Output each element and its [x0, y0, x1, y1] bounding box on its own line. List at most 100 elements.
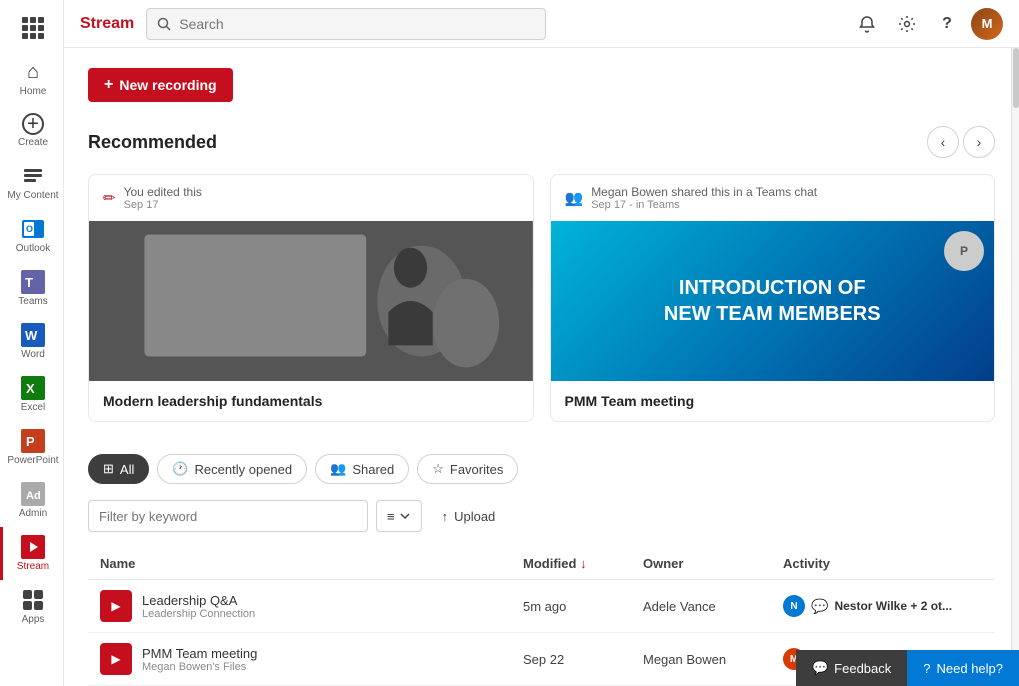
scrollbar-thumb[interactable]	[1013, 48, 1019, 108]
row1-modified: 5m ago	[523, 599, 643, 614]
create-icon: +	[22, 113, 44, 135]
home-icon: ⌂	[21, 60, 45, 84]
sidebar-item-teams[interactable]: T Teams	[0, 262, 63, 315]
card-meta-2: 👥 Megan Bowen shared this in a Teams cha…	[551, 175, 995, 221]
share-icon: 👥	[565, 189, 584, 207]
notifications-button[interactable]	[851, 8, 883, 40]
filter-icon: ≡	[387, 509, 395, 524]
notifications-icon	[858, 15, 876, 33]
card-meta-text-2: Megan Bowen shared this in a Teams chat	[591, 185, 817, 199]
row2-name: PMM Team meeting	[142, 646, 257, 661]
filter-row: ≡ ↑ Upload	[88, 500, 995, 532]
row2-subtitle: Megan Bowen's Files	[142, 661, 257, 673]
word-icon: W	[21, 323, 45, 347]
feedback-bar: 💬 Feedback ? Need help?	[796, 650, 1019, 686]
table-header: Name Modified ↓ Owner Activity	[88, 548, 995, 580]
help-button[interactable]: ?	[931, 8, 963, 40]
activity-avatar-1: N	[783, 595, 805, 617]
svg-text:O: O	[26, 224, 33, 234]
mycontent-icon	[21, 164, 45, 188]
sidebar-item-apps-label: Apps	[22, 614, 45, 625]
card-title-2: PMM Team meeting	[551, 381, 995, 421]
search-input[interactable]	[179, 16, 535, 32]
row2-owner: Megan Bowen	[643, 652, 783, 667]
teams-icon: T	[21, 270, 45, 294]
sidebar-item-word-label: Word	[21, 349, 45, 360]
filter-input-wrap[interactable]	[88, 500, 368, 532]
thumbnail-avatar: P	[944, 231, 984, 271]
thumbnail-teams-text: INTRODUCTION OFNEW TEAM MEMBERS	[654, 265, 891, 337]
col-owner: Owner	[643, 556, 783, 571]
sidebar-item-word[interactable]: W Word	[0, 315, 63, 368]
topbar: Stream ? M	[64, 0, 1019, 48]
user-avatar[interactable]: M	[971, 8, 1003, 40]
sidebar-item-powerpoint[interactable]: P PowerPoint	[0, 421, 63, 474]
card-leadership[interactable]: ✏ You edited this Sep 17	[88, 174, 534, 422]
settings-button[interactable]	[891, 8, 923, 40]
sidebar-item-create-label: Create	[18, 137, 48, 148]
name-cell-2: ▶ PMM Team meeting Megan Bowen's Files	[100, 643, 523, 675]
sidebar-item-stream[interactable]: Stream	[0, 527, 63, 580]
svg-text:W: W	[25, 328, 38, 343]
name-info-1: Leadership Q&A Leadership Connection	[142, 593, 255, 620]
people-icon: 👥	[330, 461, 346, 477]
need-help-label: Need help?	[937, 661, 1004, 676]
row2-modified: Sep 22	[523, 652, 643, 667]
search-icon	[157, 17, 171, 31]
sidebar-item-home[interactable]: ⌂ Home	[0, 52, 63, 105]
name-info-2: PMM Team meeting Megan Bowen's Files	[142, 646, 257, 673]
sidebar-item-stream-label: Stream	[17, 561, 49, 572]
edit-icon: ✏	[103, 189, 116, 207]
svg-text:X: X	[26, 381, 35, 396]
table-row[interactable]: ▶ Leadership Q&A Leadership Connection 5…	[88, 580, 995, 633]
sidebar-item-outlook[interactable]: O Outlook	[0, 209, 63, 262]
upload-icon: ↑	[442, 509, 449, 524]
chevron-down-icon	[399, 510, 411, 522]
nav-arrows: ‹ ›	[927, 126, 995, 158]
sidebar-item-admin[interactable]: Ad Admin	[0, 474, 63, 527]
new-recording-label: New recording	[119, 77, 216, 93]
sidebar-item-mycontent-label: My Content	[7, 190, 58, 201]
card-thumbnail-2: INTRODUCTION OFNEW TEAM MEMBERS P	[551, 221, 995, 381]
name-cell-1: ▶ Leadership Q&A Leadership Connection	[100, 590, 523, 622]
settings-icon	[898, 15, 916, 33]
sidebar-item-outlook-label: Outlook	[16, 243, 50, 254]
card-thumbnail-1	[89, 221, 533, 381]
new-recording-plus-icon: +	[104, 76, 113, 94]
prev-arrow[interactable]: ‹	[927, 126, 959, 158]
tab-favorites-label: Favorites	[450, 462, 503, 477]
tab-favorites[interactable]: ☆ Favorites	[417, 454, 518, 484]
cards-row: ✏ You edited this Sep 17	[88, 174, 995, 422]
col-activity: Activity	[783, 556, 983, 571]
feedback-button[interactable]: 💬 Feedback	[796, 650, 907, 686]
card-pmm[interactable]: 👥 Megan Bowen shared this in a Teams cha…	[550, 174, 996, 422]
sidebar: ⌂ Home + Create My Content O Outlook T T…	[0, 0, 64, 686]
tab-recently-opened[interactable]: 🕐 Recently opened	[157, 454, 307, 484]
next-arrow[interactable]: ›	[963, 126, 995, 158]
sidebar-item-grid[interactable]	[0, 8, 63, 48]
svg-text:Ad: Ad	[26, 490, 41, 502]
sidebar-item-apps[interactable]: Apps	[0, 580, 63, 633]
tab-shared[interactable]: 👥 Shared	[315, 454, 409, 484]
star-icon: ☆	[432, 461, 444, 477]
scrollbar[interactable]	[1011, 48, 1019, 686]
filter-input[interactable]	[99, 509, 357, 524]
need-help-button[interactable]: ? Need help?	[907, 650, 1019, 686]
app-title: Stream	[80, 15, 134, 33]
powerpoint-icon: P	[21, 429, 45, 453]
upload-button[interactable]: ↑ Upload	[430, 500, 508, 532]
sidebar-item-excel[interactable]: X Excel	[0, 368, 63, 421]
search-box[interactable]	[146, 8, 546, 40]
filter-sort-button[interactable]: ≡	[376, 500, 422, 532]
new-recording-button[interactable]: + New recording	[88, 68, 233, 102]
sort-arrow-icon: ↓	[580, 556, 587, 571]
tabs-row: ⊞ All 🕐 Recently opened 👥 Shared ☆ Favor…	[88, 454, 995, 484]
svg-text:P: P	[26, 434, 35, 449]
row1-owner: Adele Vance	[643, 599, 783, 614]
stream-icon	[21, 535, 45, 559]
tab-all[interactable]: ⊞ All	[88, 454, 149, 484]
card-title-1: Modern leadership fundamentals	[89, 381, 533, 421]
card-meta-date-2: Sep 17 - in Teams	[591, 199, 817, 211]
sidebar-item-create[interactable]: + Create	[0, 105, 63, 156]
sidebar-item-mycontent[interactable]: My Content	[0, 156, 63, 209]
